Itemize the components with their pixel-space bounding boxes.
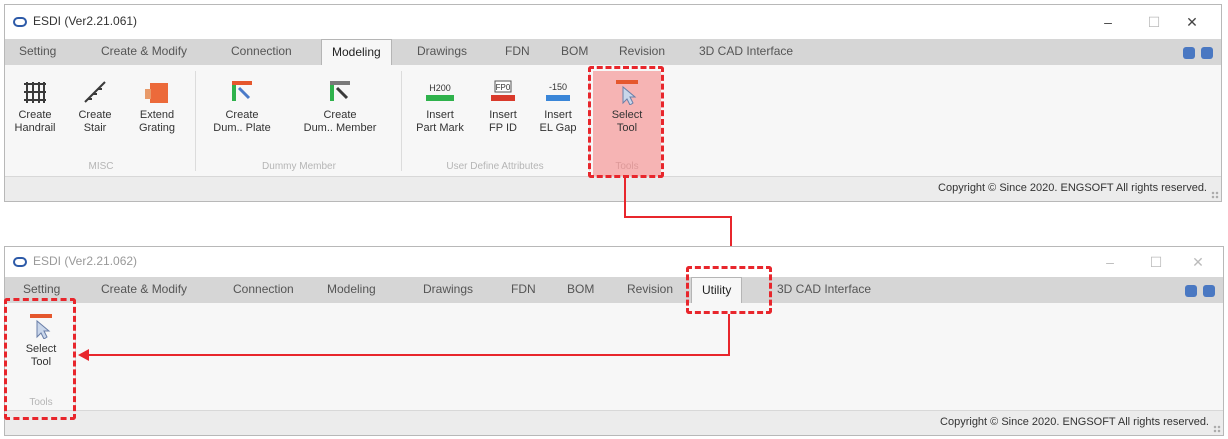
create-dummy-plate-button[interactable]: Create Dum.. Plate	[203, 79, 281, 135]
settings-icon[interactable]	[1203, 285, 1215, 297]
tab-drawings[interactable]: Drawings	[423, 282, 473, 296]
resize-grip-icon[interactable]	[1213, 425, 1221, 433]
dummy-plate-icon	[232, 81, 252, 101]
copyright-text: Copyright © Since 2020. ENGSOFT All righ…	[938, 182, 1207, 194]
window-title: ESDI (Ver2.21.062)	[33, 254, 138, 268]
minimize-button[interactable]: –	[1093, 11, 1123, 33]
button-label: Create Dum.. Member	[303, 109, 377, 134]
button-label: Create Dum.. Plate	[213, 109, 271, 134]
connector-line	[624, 216, 732, 218]
stair-icon	[84, 81, 106, 103]
tab-3d-cad-interface[interactable]: 3D CAD Interface	[777, 282, 871, 296]
tab-fdn[interactable]: FDN	[511, 282, 536, 296]
handrail-icon	[24, 82, 46, 103]
tab-create-modify[interactable]: Create & Modify	[101, 44, 187, 58]
copyright-text: Copyright © Since 2020. ENGSOFT All righ…	[940, 416, 1209, 428]
tab-create-modify[interactable]: Create & Modify	[101, 282, 187, 296]
tab-setting[interactable]: Setting	[19, 44, 56, 58]
help-icons	[1177, 46, 1213, 64]
tab-modeling[interactable]: Modeling	[321, 39, 392, 66]
tab-connection[interactable]: Connection	[231, 44, 292, 58]
maximize-button[interactable]: ☐	[1141, 251, 1171, 273]
highlight-select-tool-new	[4, 298, 76, 420]
maximize-button[interactable]: ☐	[1139, 11, 1169, 33]
group-label-misc: MISC	[88, 161, 114, 172]
window-title: ESDI (Ver2.21.061)	[33, 14, 138, 28]
status-bar: Copyright © Since 2020. ENGSOFT All righ…	[5, 176, 1221, 201]
el-gap-icon: -150	[546, 82, 570, 101]
title-bar: ESDI (Ver2.21.061) – ☐ ✕	[5, 5, 1221, 39]
app-logo-icon	[13, 257, 27, 267]
group-label-dummy-member: Dummy Member	[262, 161, 336, 172]
part-mark-icon: H200	[426, 83, 454, 101]
minimize-button[interactable]: –	[1095, 251, 1125, 273]
tab-drawings[interactable]: Drawings	[417, 44, 467, 58]
ribbon-tab-bar: Setting Create & Modify Connection Model…	[5, 277, 1223, 304]
esdi-window-new: ESDI (Ver2.21.062) – ☐ ✕ Setting Create …	[4, 246, 1224, 436]
button-label: Create Stair	[78, 109, 112, 134]
fp-id-icon: FP0	[491, 80, 515, 101]
highlight-utility-tab	[686, 266, 772, 314]
create-stair-button[interactable]: Create Stair	[75, 79, 115, 135]
create-dummy-member-button[interactable]: Create Dum.. Member	[293, 79, 387, 135]
svg-text:-150: -150	[549, 82, 567, 92]
button-label: Insert Part Mark	[416, 109, 464, 134]
highlight-select-tool-old	[588, 66, 664, 178]
group-separator	[195, 71, 196, 171]
tab-modeling[interactable]: Modeling	[327, 282, 376, 296]
tab-connection[interactable]: Connection	[233, 282, 294, 296]
tab-bom[interactable]: BOM	[561, 44, 588, 58]
info-icon[interactable]	[1183, 47, 1195, 59]
arrow-left-icon	[78, 349, 89, 361]
tab-revision[interactable]: Revision	[619, 44, 665, 58]
insert-fp-id-button[interactable]: FP0 Insert FP ID	[481, 79, 525, 135]
button-label: Create Handrail	[14, 109, 56, 134]
svg-text:H200: H200	[429, 83, 451, 93]
group-separator	[401, 71, 402, 171]
status-bar: Copyright © Since 2020. ENGSOFT All righ…	[5, 410, 1223, 435]
tab-3d-cad-interface[interactable]: 3D CAD Interface	[699, 44, 793, 58]
close-button[interactable]: ✕	[1183, 251, 1213, 273]
help-icons	[1179, 284, 1215, 302]
connector-line	[728, 314, 730, 356]
button-label: Insert FP ID	[489, 109, 517, 134]
connector-line	[88, 354, 730, 356]
tab-bom[interactable]: BOM	[567, 282, 594, 296]
button-label: Insert EL Gap	[539, 109, 577, 134]
button-label: Extend Grating	[138, 109, 176, 134]
insert-el-gap-button[interactable]: -150 Insert EL Gap	[535, 79, 581, 135]
create-handrail-button[interactable]: Create Handrail	[11, 79, 59, 135]
connector-line	[730, 216, 732, 250]
ribbon-tab-bar: Setting Create & Modify Connection Model…	[5, 39, 1221, 66]
extend-grating-button[interactable]: Extend Grating	[133, 79, 181, 135]
close-button[interactable]: ✕	[1177, 11, 1207, 33]
resize-grip-icon[interactable]	[1211, 191, 1219, 199]
insert-part-mark-button[interactable]: H200 Insert Part Mark	[407, 79, 473, 135]
grating-icon	[145, 83, 168, 103]
info-icon[interactable]	[1185, 285, 1197, 297]
connector-line	[624, 178, 626, 218]
dummy-member-icon	[330, 81, 350, 101]
tab-fdn[interactable]: FDN	[505, 44, 530, 58]
settings-icon[interactable]	[1201, 47, 1213, 59]
ribbon-panel: Select Tool Tools	[5, 303, 1223, 413]
group-label-user-define-attributes: User Define Attributes	[446, 161, 544, 172]
tab-revision[interactable]: Revision	[627, 282, 673, 296]
app-logo-icon	[13, 17, 27, 27]
svg-text:FP0: FP0	[496, 83, 511, 92]
title-bar: ESDI (Ver2.21.062) – ☐ ✕	[5, 247, 1223, 277]
tab-setting[interactable]: Setting	[23, 282, 60, 296]
